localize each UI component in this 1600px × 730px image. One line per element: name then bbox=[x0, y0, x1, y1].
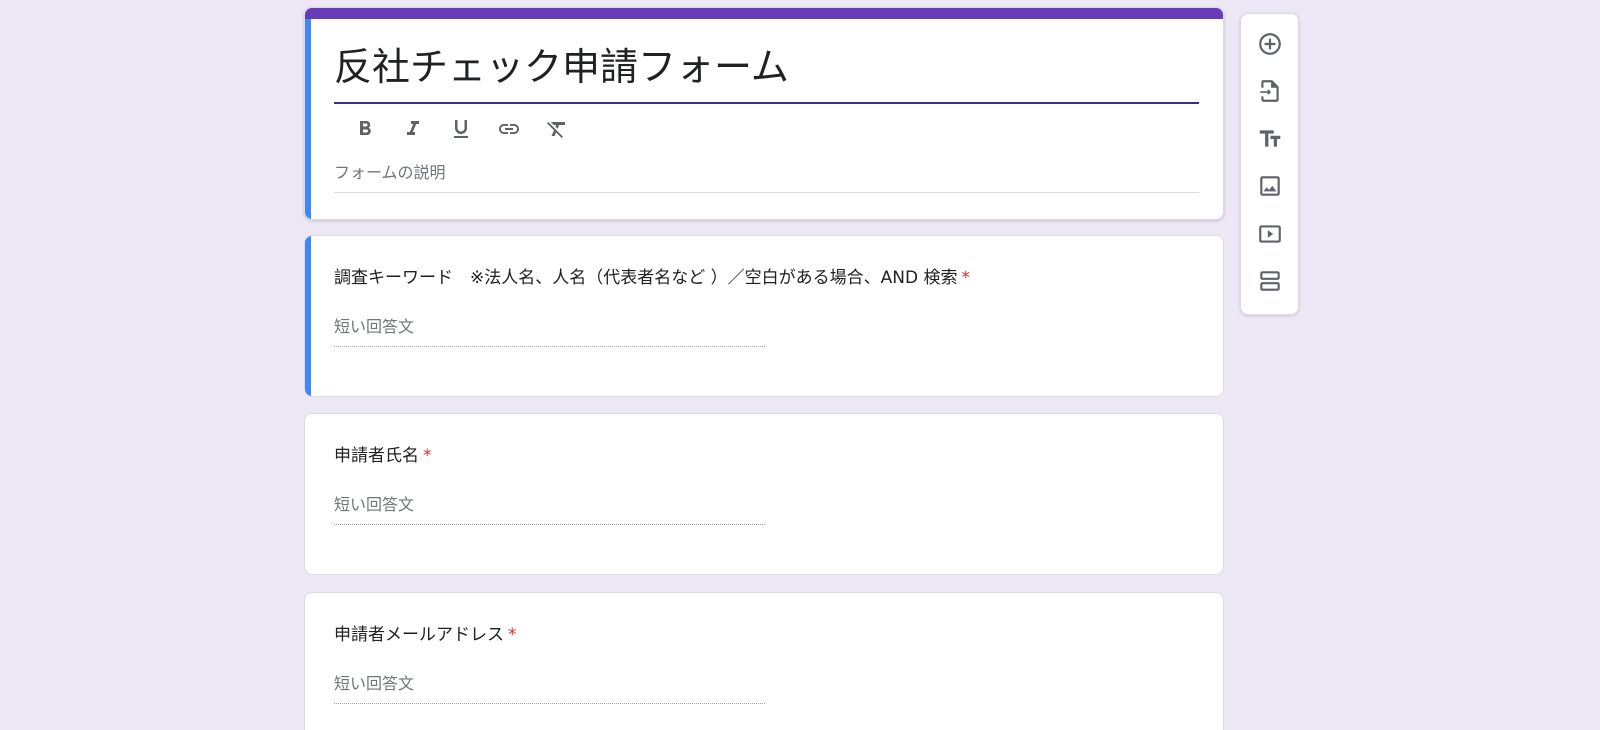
underline-button[interactable] bbox=[437, 115, 485, 143]
text-format-toolbar bbox=[341, 115, 581, 143]
link-icon bbox=[499, 124, 519, 134]
add-question-button[interactable] bbox=[1251, 25, 1289, 63]
underline-icon bbox=[454, 120, 468, 138]
form-title-card[interactable]: 反社チェック申請フォーム フォームの説明 bbox=[304, 7, 1224, 220]
italic-button[interactable] bbox=[389, 115, 437, 143]
required-asterisk: * bbox=[508, 625, 517, 645]
question-card-applicant-name[interactable]: 申請者氏名 * 短い回答文 bbox=[304, 413, 1224, 575]
form-description-input[interactable]: フォームの説明 bbox=[334, 163, 1199, 193]
add-image-button[interactable] bbox=[1251, 167, 1289, 205]
clear-format-icon bbox=[547, 122, 565, 138]
link-button[interactable] bbox=[485, 115, 533, 143]
bold-button[interactable] bbox=[341, 115, 389, 143]
bold-icon bbox=[360, 121, 371, 135]
question-title: 申請者氏名 * bbox=[334, 444, 432, 468]
add-image-icon bbox=[1260, 176, 1280, 196]
add-question-icon bbox=[1259, 33, 1281, 55]
question-title: 申請者メールアドレス * bbox=[334, 623, 517, 647]
clear-format-button[interactable] bbox=[533, 115, 581, 143]
italic-icon bbox=[407, 121, 419, 135]
question-title: 調査キーワード ※法人名、人名（代表者名など ）／空白がある場合、AND 検索 * bbox=[334, 266, 970, 290]
add-video-icon bbox=[1259, 225, 1281, 243]
selected-card-indicator bbox=[305, 19, 311, 219]
short-answer-field: 短い回答文 bbox=[334, 495, 765, 525]
form-title-input[interactable]: 反社チェック申請フォーム bbox=[334, 42, 789, 92]
theme-color-bar bbox=[305, 8, 1223, 19]
question-title-text: 調査キーワード ※法人名、人名（代表者名など ）／空白がある場合、AND 検索 bbox=[334, 268, 958, 288]
short-answer-field: 短い回答文 bbox=[334, 317, 765, 347]
required-asterisk: * bbox=[423, 446, 432, 466]
floating-toolbar bbox=[1240, 13, 1299, 315]
question-title-text: 申請者メールアドレス bbox=[334, 625, 504, 645]
selected-card-indicator bbox=[305, 236, 311, 396]
import-questions-icon bbox=[1260, 80, 1279, 102]
question-title-text: 申請者氏名 bbox=[334, 446, 419, 466]
required-asterisk: * bbox=[961, 268, 971, 288]
title-underline bbox=[334, 102, 1199, 104]
add-title-button[interactable] bbox=[1251, 120, 1289, 158]
add-video-button[interactable] bbox=[1251, 215, 1289, 253]
question-card-applicant-email[interactable]: 申請者メールアドレス * 短い回答文 bbox=[304, 592, 1224, 730]
short-answer-field: 短い回答文 bbox=[334, 674, 765, 704]
add-section-button[interactable] bbox=[1251, 262, 1289, 300]
import-questions-button[interactable] bbox=[1251, 72, 1289, 110]
question-card-keyword[interactable]: 調査キーワード ※法人名、人名（代表者名など ）／空白がある場合、AND 検索 *… bbox=[304, 235, 1224, 397]
add-title-icon bbox=[1259, 130, 1281, 147]
add-section-icon bbox=[1260, 271, 1280, 291]
